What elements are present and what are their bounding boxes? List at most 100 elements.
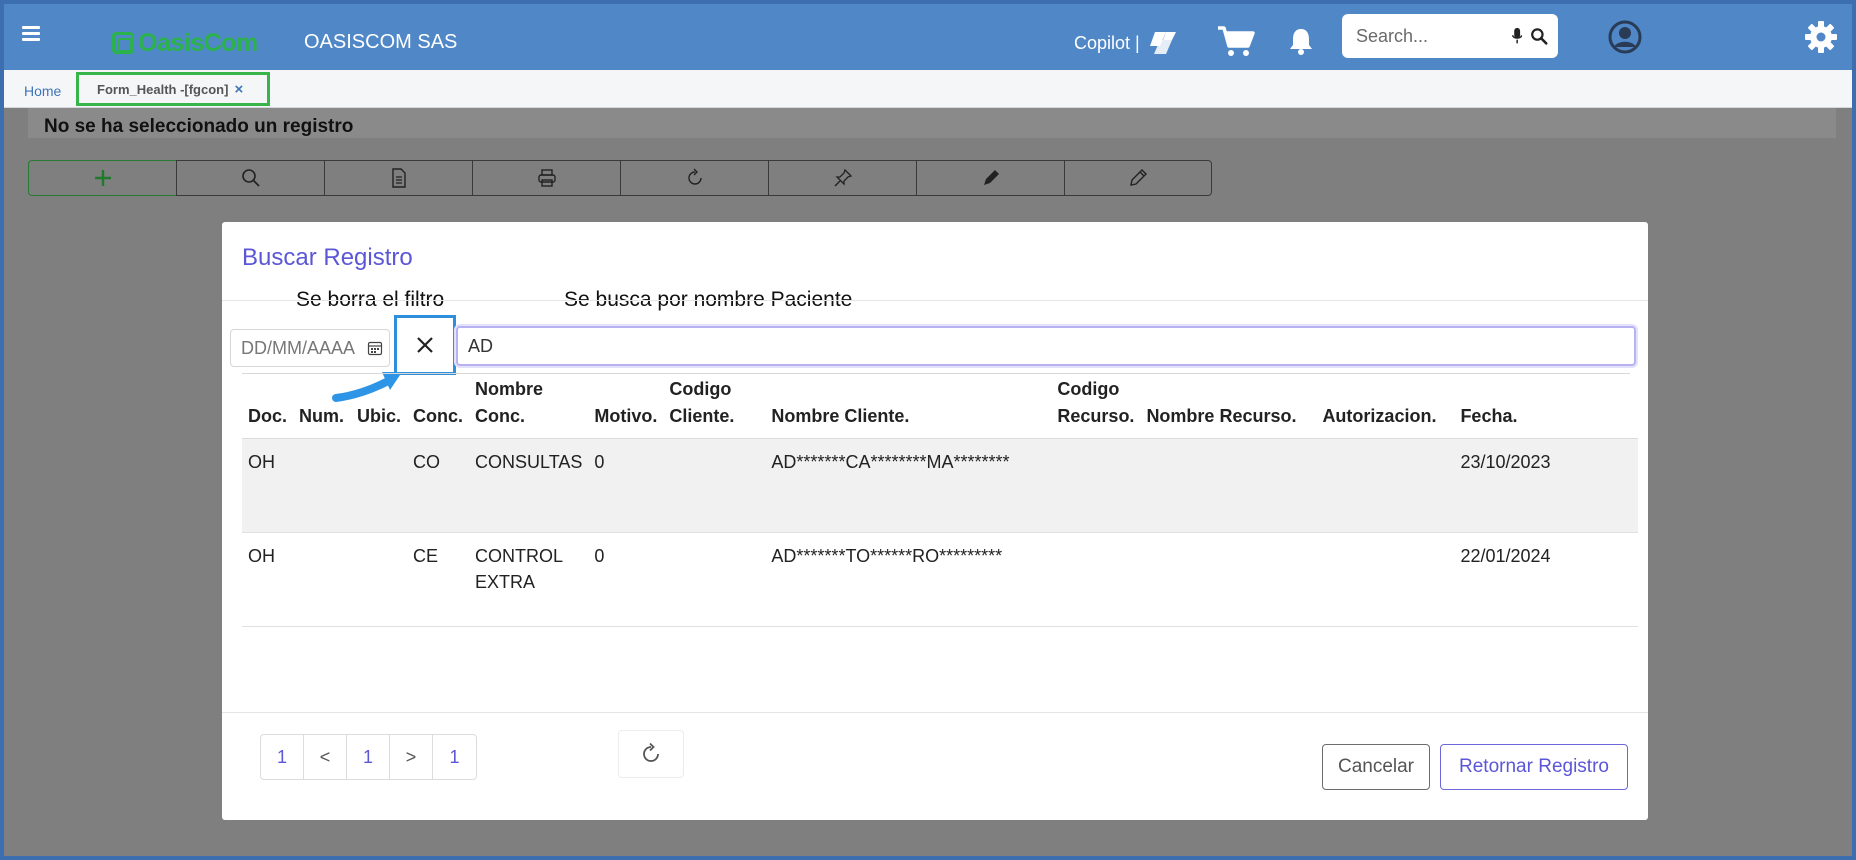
- global-search: [1342, 14, 1558, 58]
- microphone-icon[interactable]: [1512, 24, 1523, 48]
- company-name: OASISCOM SAS: [304, 31, 458, 53]
- table-header-row: Doc. Num. Ubic. Conc. Nombre Conc. Motiv…: [242, 376, 1638, 439]
- document-icon: [391, 168, 406, 188]
- close-icon: [417, 337, 433, 353]
- cell-motivo: 0: [588, 532, 664, 627]
- cell-autorizacion: [1316, 532, 1455, 627]
- refresh-icon: [643, 742, 659, 762]
- menu-icon[interactable]: [22, 26, 40, 42]
- refresh-button[interactable]: [620, 160, 768, 196]
- results-table: Doc. Num. Ubic. Conc. Nombre Conc. Motiv…: [242, 376, 1638, 627]
- user-avatar-icon[interactable]: [1608, 20, 1642, 54]
- search-button[interactable]: [176, 160, 324, 196]
- cell-codigo-recurso: [1051, 438, 1141, 533]
- print-icon: [537, 169, 556, 187]
- settings-gear-icon[interactable]: [1804, 20, 1838, 54]
- col-nombre-conc[interactable]: Nombre Conc.: [469, 376, 589, 439]
- cell-nombre-cliente: AD*******TO******RO*********: [765, 532, 1052, 627]
- col-fecha[interactable]: Fecha.: [1454, 376, 1638, 439]
- cancel-button[interactable]: Cancelar: [1322, 744, 1430, 790]
- pencil-icon: [1130, 169, 1147, 186]
- global-search-input[interactable]: [1356, 25, 1506, 47]
- cell-num: [293, 438, 352, 533]
- modal-title: Buscar Registro: [242, 244, 413, 271]
- copilot-label: Copilot |: [1074, 32, 1140, 53]
- cell-conc: CO: [407, 438, 470, 533]
- col-num[interactable]: Num.: [293, 376, 352, 439]
- cell-codigo-cliente: [663, 532, 766, 627]
- page-first-button[interactable]: 1: [261, 735, 304, 779]
- refresh-icon: [687, 168, 702, 185]
- cell-ubic: [351, 532, 408, 627]
- tab-home[interactable]: Home: [24, 83, 61, 99]
- print-button[interactable]: [472, 160, 620, 196]
- search-icon: [241, 169, 260, 187]
- plus-icon: [94, 170, 111, 186]
- search-record-modal: Buscar Registro Se borra el filtro Se bu…: [222, 222, 1648, 820]
- footer-divider: [222, 712, 1648, 713]
- col-motivo[interactable]: Motivo.: [588, 376, 664, 439]
- cart-icon[interactable]: [1216, 24, 1256, 58]
- title-divider: [222, 300, 1648, 301]
- col-conc[interactable]: Conc.: [407, 376, 470, 439]
- page-next-button[interactable]: >: [390, 735, 433, 779]
- logo-mark-icon: [112, 32, 134, 54]
- cell-nombre-conc: CONSULTAS: [469, 438, 589, 533]
- calendar-icon[interactable]: [367, 340, 383, 356]
- logo-text: OasisCom: [138, 28, 258, 57]
- patient-name-input[interactable]: [468, 335, 1634, 357]
- cell-codigo-cliente: [663, 438, 766, 533]
- col-codigo-recurso[interactable]: Codigo Recurso.: [1051, 376, 1141, 439]
- cell-nombre-recurso: [1140, 532, 1317, 627]
- col-ubic[interactable]: Ubic.: [351, 376, 408, 439]
- pencil-button[interactable]: [1064, 160, 1212, 196]
- cell-fecha: 22/01/2024: [1454, 532, 1638, 627]
- page-last-button[interactable]: 1: [433, 735, 476, 779]
- page-current-button[interactable]: 1: [347, 735, 390, 779]
- search-icon[interactable]: [1530, 24, 1548, 48]
- cell-nombre-recurso: [1140, 438, 1317, 533]
- notification-bell-icon[interactable]: [1288, 26, 1314, 56]
- page-prev-button[interactable]: <: [304, 735, 347, 779]
- col-doc[interactable]: Doc.: [242, 376, 294, 439]
- pen-icon: [983, 170, 999, 185]
- return-record-button[interactable]: Retornar Registro: [1440, 744, 1628, 790]
- filter-divider: [242, 373, 1630, 374]
- patient-name-filter: [456, 326, 1636, 366]
- pen-button[interactable]: [916, 160, 1064, 196]
- cell-num: [293, 532, 352, 627]
- cell-doc: OH: [242, 438, 294, 533]
- pin-button[interactable]: [768, 160, 916, 196]
- cell-nombre-conc: CONTROL EXTRA: [469, 532, 589, 627]
- col-codigo-cliente[interactable]: Codigo Cliente.: [663, 376, 766, 439]
- tab-label: Form_Health -[fgcon]: [97, 81, 229, 97]
- col-nombre-recurso[interactable]: Nombre Recurso.: [1140, 376, 1317, 439]
- app-logo[interactable]: OasisCom: [112, 28, 258, 57]
- top-bar: OasisCom OASISCOM SAS Copilot |: [4, 4, 1852, 70]
- cell-nombre-cliente: AD*******CA********MA********: [765, 438, 1052, 533]
- col-autorizacion[interactable]: Autorizacion.: [1316, 376, 1455, 439]
- col-nombre-cliente[interactable]: Nombre Cliente.: [765, 376, 1052, 439]
- clear-filter-button[interactable]: [394, 315, 456, 375]
- copilot-button[interactable]: Copilot |: [1074, 28, 1180, 58]
- cell-autorizacion: [1316, 438, 1455, 533]
- add-button[interactable]: [28, 160, 176, 196]
- pin-icon: [834, 168, 852, 187]
- app-frame: OasisCom OASISCOM SAS Copilot | Search..…: [0, 0, 1856, 860]
- record-toolbar: [28, 160, 1212, 196]
- table-row[interactable]: OH CE CONTROL EXTRA 0 AD*******TO******R…: [242, 532, 1638, 627]
- date-filter: [230, 329, 390, 367]
- cell-conc: CE: [407, 532, 470, 627]
- document-button[interactable]: [324, 160, 472, 196]
- reload-results-button[interactable]: [618, 730, 684, 778]
- tab-bar: Home Form_Health -[fgcon] ×: [4, 70, 1852, 108]
- table-row[interactable]: OH CO CONSULTAS 0 AD*******CA********MA*…: [242, 438, 1638, 533]
- date-filter-input[interactable]: [241, 337, 367, 359]
- cell-doc: OH: [242, 532, 294, 627]
- cell-fecha: 23/10/2023: [1454, 438, 1638, 533]
- tab-form-health[interactable]: Form_Health -[fgcon] ×: [76, 72, 270, 106]
- cell-ubic: [351, 438, 408, 533]
- selection-status: No se ha seleccionado un registro: [44, 116, 354, 137]
- tab-close-icon[interactable]: ×: [234, 81, 243, 98]
- cell-codigo-recurso: [1051, 532, 1141, 627]
